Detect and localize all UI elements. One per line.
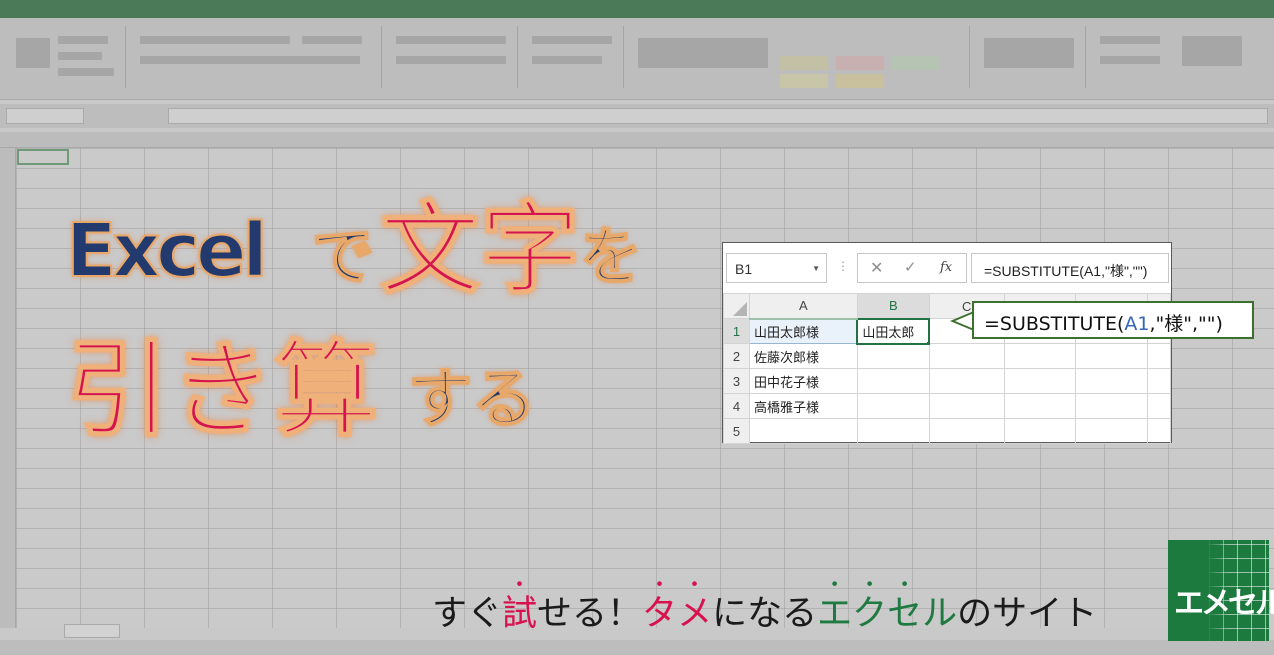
insert-function-button[interactable]: fx (940, 260, 952, 275)
headline-wo: を (579, 220, 643, 293)
cell-b5[interactable] (856, 418, 930, 444)
headline-moji: 文字 (379, 191, 581, 308)
cell-b1[interactable]: 山田太郎 (856, 317, 931, 345)
cell-a3[interactable]: 田中花子様 (748, 368, 858, 394)
select-all-button[interactable] (723, 293, 750, 319)
cancel-icon[interactable]: ✕ (870, 258, 883, 277)
cell[interactable] (928, 368, 1005, 394)
tagline-part: になる (712, 594, 818, 634)
table-row: 4 高橋雅子様 (723, 393, 1171, 419)
ribbon-group-clipboard (6, 26, 126, 88)
name-box[interactable]: B1 ▼ (726, 253, 827, 283)
ribbon (0, 18, 1274, 100)
cell[interactable] (1003, 393, 1077, 419)
callout-cell-ref: A1 (1124, 313, 1150, 335)
headline-excel: Excel (65, 208, 269, 294)
tagline-emphasis: ク (852, 597, 887, 632)
tagline-part: のサイト (957, 594, 1098, 634)
name-box-value: B1 (735, 261, 753, 277)
ribbon-group-styles (630, 26, 970, 88)
ribbon-group-alignment (388, 26, 518, 88)
headline-de: で (311, 220, 375, 293)
column-header-a[interactable]: A (748, 293, 858, 320)
ribbon-group-editing (1092, 26, 1262, 88)
row-header[interactable]: 2 (723, 343, 750, 369)
row-header[interactable]: 4 (723, 393, 750, 419)
logo-text: エメセル (1174, 586, 1274, 621)
background-name-box (6, 108, 84, 124)
formula-buttons: ✕ ✓ fx (857, 253, 967, 283)
tagline-emphasis: ル (922, 594, 958, 634)
tagline-part: せる！ (537, 594, 643, 634)
ribbon-group-number (524, 26, 624, 88)
callout-formula-prefix: =SUBSTITUTE( (984, 313, 1125, 335)
cell-b4[interactable] (856, 393, 930, 419)
chevron-down-icon[interactable]: ▼ (812, 264, 820, 273)
cell-b1-value: 山田太郎 (862, 325, 915, 341)
tagline-emphasis: 試 (502, 597, 537, 632)
tagline-part: すぐ (432, 594, 503, 634)
formula-bar: B1 ▼ ⋮ ✕ ✓ fx =SUBSTITUTE(A1,"様","") (723, 243, 1171, 293)
formula-input[interactable]: =SUBSTITUTE(A1,"様","") (971, 253, 1169, 283)
cell[interactable] (928, 418, 1005, 444)
drag-handle-icon[interactable]: ⋮ (837, 259, 849, 273)
tagline-emphasis: メ (677, 597, 712, 632)
row-header[interactable]: 3 (723, 368, 750, 394)
cell-b2[interactable] (856, 343, 930, 369)
table-row: 5 (723, 418, 1171, 444)
row-header[interactable]: 1 (723, 318, 750, 344)
cell[interactable] (1075, 418, 1148, 444)
headline-suru: する (407, 363, 537, 437)
cell-a1[interactable]: 山田太郎様 (748, 318, 858, 344)
callout-formula-suffix: ,"様","") (1149, 313, 1223, 335)
tagline: すぐ試せる！タメになるエクセルのサイト (432, 597, 1097, 647)
background-row-headers (0, 148, 16, 628)
cell-a2[interactable]: 佐藤次郎様 (748, 343, 858, 369)
background-column-headers (0, 132, 1274, 148)
ribbon-group-font (132, 26, 382, 88)
headline: Excel で 文字 を 引き算 する (60, 191, 700, 480)
cell-a5[interactable] (748, 418, 858, 444)
row-header[interactable]: 5 (723, 418, 750, 444)
background-formula-input (168, 108, 1268, 124)
excel-example-window: B1 ▼ ⋮ ✕ ✓ fx =SUBSTITUTE(A1,"様","") A B… (722, 242, 1172, 444)
fill-handle[interactable] (926, 340, 928, 342)
formula-callout: =SUBSTITUTE(A1,"様","") (972, 301, 1254, 339)
cell-b3[interactable] (856, 368, 930, 394)
background-selected-cell (17, 149, 69, 165)
cell[interactable] (1147, 418, 1171, 444)
table-row: 2 佐藤次郎様 (723, 343, 1171, 369)
background-sheet-tab (64, 624, 120, 638)
enter-icon[interactable]: ✓ (904, 258, 917, 276)
cell[interactable] (1003, 368, 1077, 394)
ribbon-group-cells (976, 26, 1086, 88)
window-titlebar (0, 0, 1274, 18)
tagline-emphasis: セ (887, 597, 922, 632)
tagline-emphasis: タ (642, 597, 677, 632)
tagline-emphasis: エ (817, 597, 852, 632)
cell[interactable] (1147, 393, 1171, 419)
cell[interactable] (928, 343, 1005, 369)
cell[interactable] (1147, 368, 1171, 394)
column-header-b[interactable]: B (856, 293, 930, 320)
cell[interactable] (1075, 393, 1148, 419)
cell-a4[interactable]: 高橋雅子様 (748, 393, 858, 419)
cell[interactable] (1003, 418, 1077, 444)
cell[interactable] (1147, 343, 1171, 369)
headline-hikizan: 引き算 (65, 329, 379, 451)
site-logo[interactable]: エメセル (1168, 540, 1274, 641)
cell[interactable] (928, 393, 1005, 419)
cell[interactable] (1075, 343, 1148, 369)
table-row: 3 田中花子様 (723, 368, 1171, 394)
cell[interactable] (1003, 343, 1077, 369)
cell[interactable] (1075, 368, 1148, 394)
